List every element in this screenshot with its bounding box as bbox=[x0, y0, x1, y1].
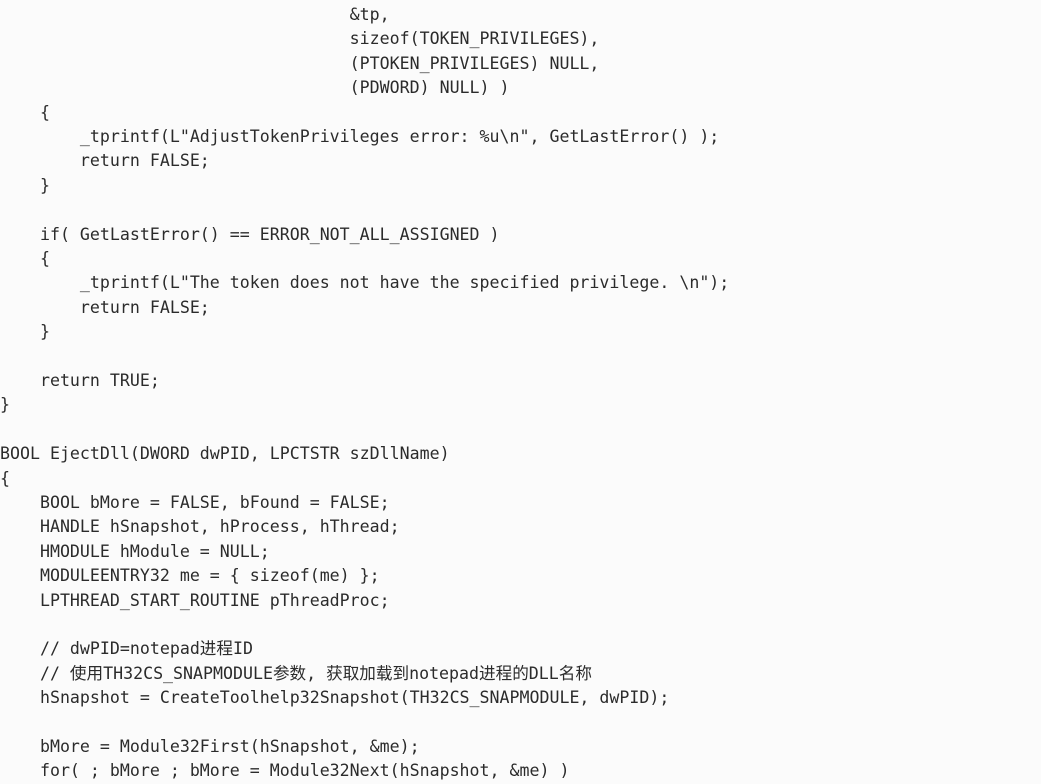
code-line: (PDWORD) NULL) ) bbox=[0, 78, 510, 98]
code-page: &tp, sizeof(TOKEN_PRIVILEGES), (PTOKEN_P… bbox=[0, 0, 1041, 784]
code-line: for( ; bMore ; bMore = Module32Next(hSna… bbox=[0, 761, 570, 781]
code-line: return TRUE; bbox=[0, 371, 160, 390]
code-line: if( GetLastError() == ERROR_NOT_ALL_ASSI… bbox=[0, 224, 500, 244]
code-line: LPTHREAD_START_ROUTINE pThreadProc; bbox=[0, 590, 390, 610]
code-line: } bbox=[0, 322, 50, 342]
code-line: BOOL EjectDll(DWORD dwPID, LPCTSTR szDll… bbox=[0, 444, 450, 464]
code-line: } bbox=[0, 395, 10, 415]
code-line: } bbox=[0, 175, 50, 195]
code-line: hSnapshot = CreateToolhelp32Snapshot(TH3… bbox=[0, 688, 670, 708]
